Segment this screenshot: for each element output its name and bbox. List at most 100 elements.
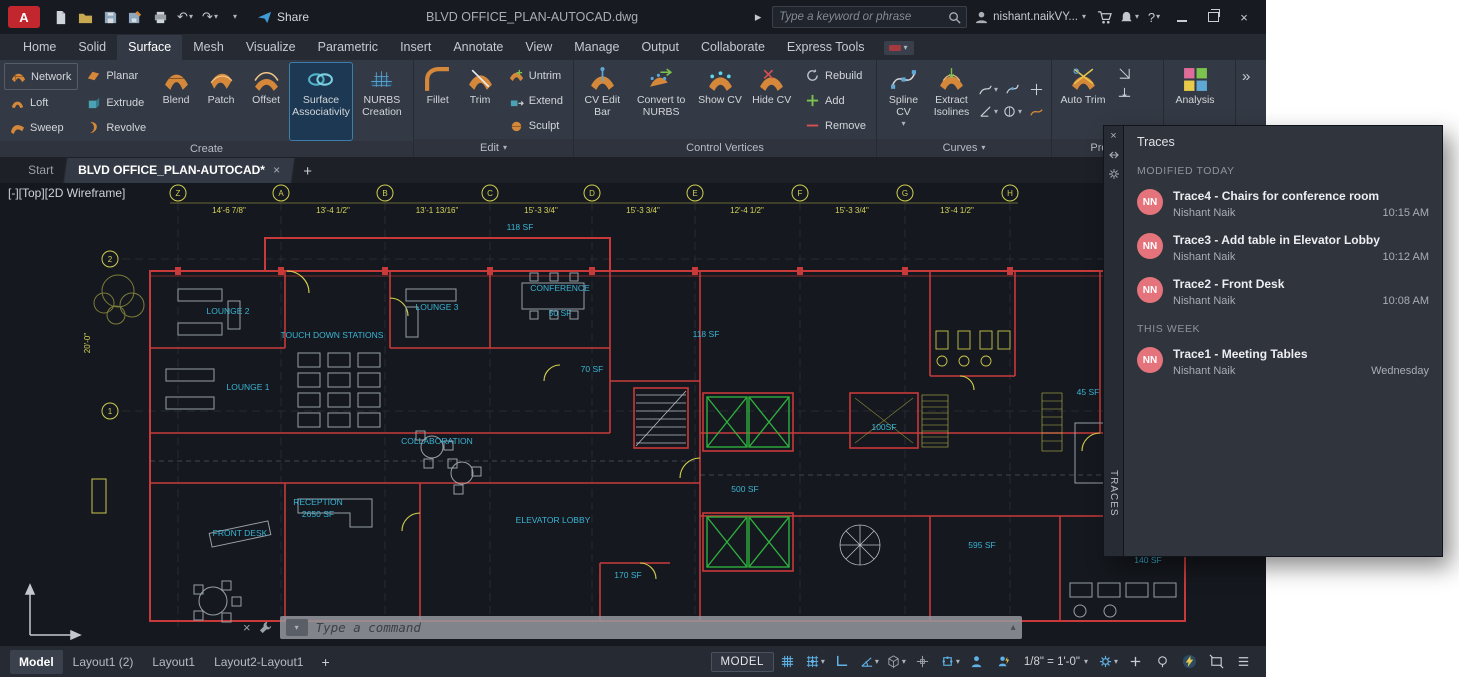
loft-button[interactable]: Loft [4, 90, 78, 115]
trace-item[interactable]: NN Trace2 - Front Desk Nishant Naik 10:0… [1124, 270, 1442, 314]
polar-dropdown-icon[interactable]: ▾ [875, 657, 879, 666]
panel-label-control-vertices[interactable]: Control Vertices [574, 139, 876, 157]
ortho-mode-button[interactable] [829, 650, 855, 674]
panel-label-curves[interactable]: Curves ▾ [877, 139, 1051, 157]
app-menu-button[interactable]: A [8, 6, 40, 28]
new-file-button[interactable] [49, 5, 71, 29]
trace-item[interactable]: NN Trace1 - Meeting Tables Nishant Naik … [1124, 340, 1442, 384]
close-command-icon[interactable]: × [243, 620, 251, 635]
project-tool-1-button[interactable] [1113, 63, 1135, 83]
layout1-2-tab[interactable]: Layout1 (2) [64, 650, 143, 674]
tab-insert[interactable]: Insert [389, 35, 442, 60]
auto-trim-button[interactable]: Auto Trim [1056, 63, 1110, 138]
object-snap-button[interactable]: ▾ [937, 650, 963, 674]
tab-solid[interactable]: Solid [67, 35, 117, 60]
add-button[interactable]: Add [799, 88, 872, 113]
command-bar[interactable]: ▾ ▴ [279, 616, 1022, 639]
nurbs-creation-button[interactable]: NURBS Creation [355, 63, 409, 140]
network-button[interactable]: Network [4, 63, 79, 90]
new-layout-button[interactable]: + [313, 654, 337, 670]
snap-mode-button[interactable]: ▾ [802, 650, 828, 674]
workspace-dropdown-icon[interactable]: ▾ [1114, 657, 1118, 666]
qat-customize-button[interactable]: ▾ [224, 5, 246, 29]
rebuild-button[interactable]: Rebuild [799, 63, 872, 88]
spline-cv-dropdown-icon[interactable]: ▾ [901, 120, 905, 128]
isodraft-dropdown-icon[interactable]: ▾ [902, 657, 906, 666]
extrude-button[interactable]: Extrude [80, 90, 152, 115]
osnap-dropdown-icon[interactable]: ▾ [956, 657, 960, 666]
workspace-switching-button[interactable]: ▾ [1095, 650, 1121, 674]
polar-tracking-button[interactable]: ▾ [856, 650, 882, 674]
spline-cv-button[interactable]: Spline CV ▾ [881, 63, 926, 138]
save-as-button[interactable] [124, 5, 146, 29]
tab-express-tools[interactable]: Express Tools [776, 35, 876, 60]
extend-button[interactable]: Extend [503, 88, 569, 113]
model-space-button[interactable]: MODEL [710, 651, 774, 672]
user-account-button[interactable]: nishant.naikVY... ▾ [970, 10, 1090, 25]
offset-button[interactable]: Offset [245, 63, 287, 140]
revolve-button[interactable]: Revolve [80, 115, 152, 140]
close-file-tab-icon[interactable]: × [273, 163, 280, 177]
cv-edit-bar-button[interactable]: CV Edit Bar [578, 63, 627, 138]
trace-item[interactable]: NN Trace3 - Add table in Elevator Lobby … [1124, 226, 1442, 270]
tab-annotate[interactable]: Annotate [442, 35, 514, 60]
project-tool-2-button[interactable] [1113, 83, 1135, 103]
notifications-button[interactable]: ▾ [1118, 5, 1140, 29]
clean-screen-button[interactable] [1203, 650, 1229, 674]
viewport-controls[interactable]: [-][Top][2D Wireframe] [8, 186, 125, 200]
annotation-monitor-button[interactable] [1122, 650, 1148, 674]
graphics-performance-button[interactable] [1176, 650, 1202, 674]
curve-tool-3-button[interactable] [1025, 80, 1047, 100]
plot-button[interactable] [149, 5, 171, 29]
panel-label-create[interactable]: Create [0, 141, 413, 157]
store-button[interactable] [1093, 5, 1115, 29]
curve-tool-4-button[interactable]: ▾ [977, 102, 999, 122]
tab-mesh[interactable]: Mesh [182, 35, 235, 60]
customize-wrench-icon[interactable] [258, 620, 273, 635]
sweep-button[interactable]: Sweep [4, 115, 78, 140]
command-input[interactable] [313, 619, 1005, 636]
restore-button[interactable] [1199, 5, 1227, 29]
hide-cv-button[interactable]: Hide CV [747, 63, 796, 138]
grid-display-button[interactable] [775, 650, 801, 674]
share-button[interactable]: Share [249, 7, 317, 28]
fillet-button[interactable]: Fillet [418, 63, 457, 138]
panel-label-edit[interactable]: Edit ▾ [414, 139, 573, 157]
annotation-autoscale-button[interactable] [991, 650, 1017, 674]
undo-dropdown-icon[interactable]: ▾ [189, 13, 193, 21]
minimize-button[interactable] [1168, 5, 1196, 29]
layout2-layout1-tab[interactable]: Layout2-Layout1 [205, 650, 312, 674]
save-button[interactable] [99, 5, 121, 29]
trim-button[interactable]: Trim [460, 63, 499, 138]
close-button[interactable]: × [1230, 5, 1258, 29]
blend-button[interactable]: Blend [155, 63, 197, 140]
drawing-area[interactable]: Z A B C D E F G H 2 1 14'-6 7/8" 13'-4 1/2" 13… [0, 183, 1266, 645]
ribbon-display-toggle[interactable]: ▾ [883, 41, 914, 55]
untrim-button[interactable]: Untrim [503, 63, 569, 88]
palette-properties-icon[interactable] [1108, 168, 1120, 180]
curve-tool-1-button[interactable]: ▾ [977, 80, 999, 100]
trace-item[interactable]: NN Trace4 - Chairs for conference room N… [1124, 182, 1442, 226]
convert-to-nurbs-button[interactable]: Convert to NURBS [630, 63, 693, 138]
help-button[interactable]: ? ▾ [1143, 5, 1165, 29]
tab-surface[interactable]: Surface [117, 35, 183, 60]
extract-isolines-button[interactable]: Extract Isolines [929, 63, 974, 138]
redo-button[interactable]: ↷ ▾ [199, 5, 221, 29]
tab-home[interactable]: Home [12, 35, 67, 60]
annotation-visibility-button[interactable] [964, 650, 990, 674]
tab-visualize[interactable]: Visualize [235, 35, 307, 60]
planar-button[interactable]: Planar [80, 63, 152, 88]
search-icon[interactable] [947, 10, 962, 25]
tab-output[interactable]: Output [630, 35, 690, 60]
sculpt-button[interactable]: Sculpt [503, 113, 569, 138]
tab-manage[interactable]: Manage [563, 35, 630, 60]
file-tab-start[interactable]: Start [14, 158, 69, 183]
palette-side-label[interactable]: TRACES [1108, 470, 1119, 517]
snap-dropdown-icon[interactable]: ▾ [821, 657, 825, 666]
undo-button[interactable]: ↶ ▾ [174, 5, 196, 29]
patch-button[interactable]: Patch [200, 63, 242, 140]
model-tab[interactable]: Model [10, 649, 63, 674]
new-drawing-tab-button[interactable]: + [303, 163, 312, 180]
file-tab-document[interactable]: BLVD OFFICE_PLAN-AUTOCAD* × [64, 158, 296, 183]
redo-dropdown-icon[interactable]: ▾ [214, 13, 218, 21]
